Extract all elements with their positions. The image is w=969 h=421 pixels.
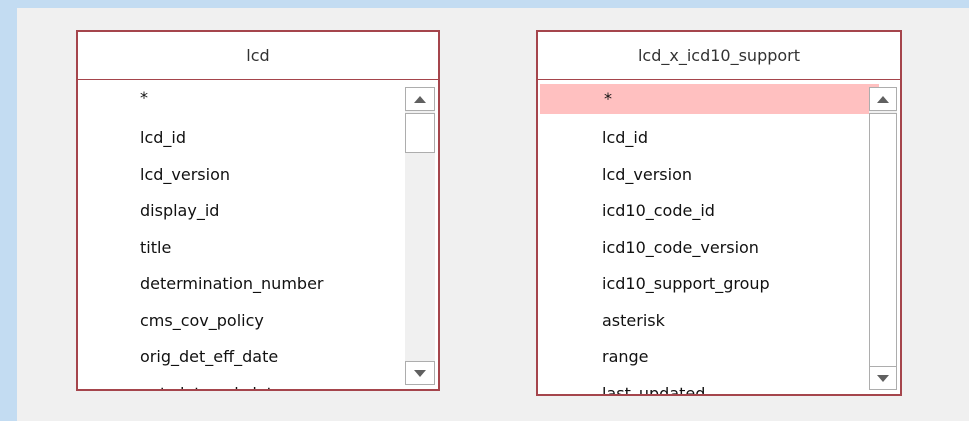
- field-determination-number[interactable]: determination_number: [78, 266, 418, 303]
- scrollbar-lcd-x-icd10-support[interactable]: [869, 87, 897, 390]
- scroll-down-button[interactable]: [869, 366, 897, 390]
- scrollbar-lcd[interactable]: [405, 87, 435, 385]
- field-all-selected[interactable]: *: [540, 84, 879, 114]
- relationships-canvas[interactable]: lcd * lcd_id lcd_version display_id titl…: [17, 8, 969, 421]
- field-last-updated[interactable]: last_updated: [538, 376, 880, 395]
- field-list-lcd-x-icd10-support[interactable]: * lcd_id lcd_version icd10_code_id icd10…: [538, 84, 880, 394]
- field-icd10-support-group[interactable]: icd10_support_group: [538, 266, 880, 303]
- triangle-down-icon: [877, 374, 889, 382]
- field-cms-cov-policy[interactable]: cms_cov_policy: [78, 303, 418, 340]
- field-title[interactable]: title: [78, 230, 418, 267]
- triangle-up-icon: [414, 95, 426, 103]
- scroll-up-button[interactable]: [869, 87, 897, 111]
- table-lcd-x-icd10-support[interactable]: lcd_x_icd10_support * lcd_id lcd_version…: [536, 30, 902, 396]
- triangle-down-icon: [414, 369, 426, 377]
- field-display-id[interactable]: display_id: [78, 193, 418, 230]
- field-lcd-id[interactable]: lcd_id: [78, 120, 418, 157]
- scroll-thumb[interactable]: [405, 113, 435, 153]
- field-list-lcd[interactable]: * lcd_id lcd_version display_id title de…: [78, 84, 418, 389]
- field-icd10-code-version[interactable]: icd10_code_version: [538, 230, 880, 267]
- field-lcd-version[interactable]: lcd_version: [78, 157, 418, 194]
- scroll-down-button[interactable]: [405, 361, 435, 385]
- field-ent-det-end-date[interactable]: ent_det_end_date: [78, 376, 418, 390]
- field-all[interactable]: *: [78, 84, 418, 120]
- field-orig-det-eff-date[interactable]: orig_det_eff_date: [78, 339, 418, 376]
- scroll-up-button[interactable]: [405, 87, 435, 111]
- table-lcd[interactable]: lcd * lcd_id lcd_version display_id titl…: [76, 30, 440, 391]
- field-icd10-code-id[interactable]: icd10_code_id: [538, 193, 880, 230]
- field-range[interactable]: range: [538, 339, 880, 376]
- triangle-up-icon: [877, 95, 889, 103]
- scroll-thumb[interactable]: [869, 113, 897, 369]
- field-lcd-id[interactable]: lcd_id: [538, 120, 880, 157]
- field-lcd-version[interactable]: lcd_version: [538, 157, 880, 194]
- table-title-lcd[interactable]: lcd: [78, 32, 438, 80]
- field-asterisk[interactable]: asterisk: [538, 303, 880, 340]
- table-title-lcd-x-icd10-support[interactable]: lcd_x_icd10_support: [538, 32, 900, 80]
